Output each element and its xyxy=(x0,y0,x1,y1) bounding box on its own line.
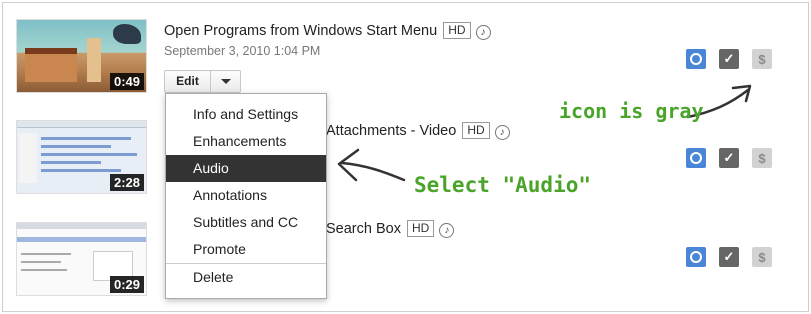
annotation-select-audio: Select "Audio" xyxy=(414,173,592,197)
annotation-arrows xyxy=(337,84,752,182)
annotation-icon-gray: icon is gray xyxy=(559,99,704,123)
